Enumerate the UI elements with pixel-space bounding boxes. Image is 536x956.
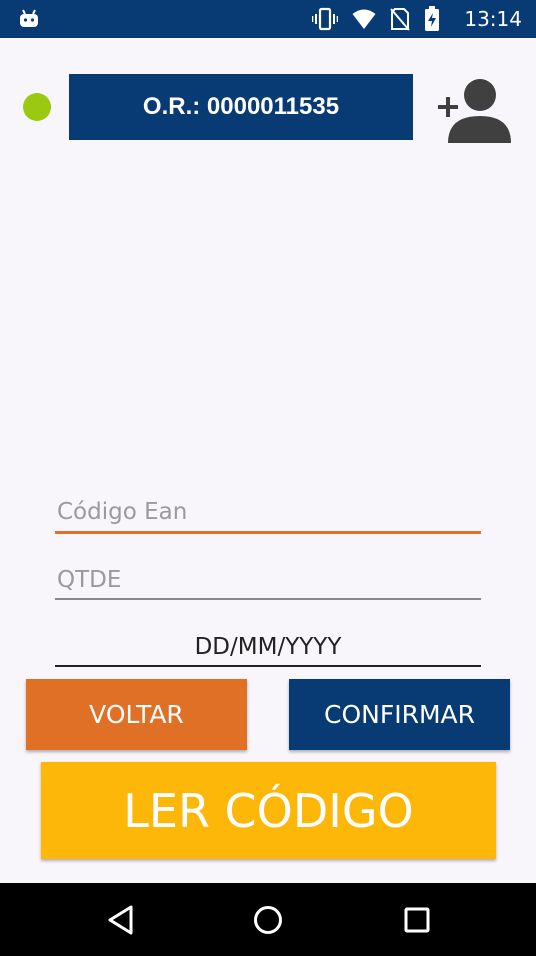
android-icon (20, 9, 38, 27)
back-button[interactable]: VOLTAR (26, 679, 247, 750)
status-bar: 13:14 (0, 0, 536, 38)
confirm-button-label: CONFIRMAR (323, 700, 475, 729)
navigation-bar (0, 883, 536, 956)
no-sim-icon (390, 8, 410, 31)
battery-charging-icon (425, 6, 439, 31)
date-field[interactable]: DD/MM/YYYY (55, 627, 481, 667)
quantity-field-underline (55, 598, 481, 600)
confirm-button[interactable]: CONFIRMAR (289, 679, 510, 750)
status-time: 13:14 (464, 7, 522, 31)
back-icon[interactable] (104, 903, 138, 937)
recent-apps-icon[interactable] (400, 903, 434, 937)
connection-status-indicator (23, 93, 51, 121)
home-icon[interactable] (251, 903, 285, 937)
scan-code-button-label: LER CÓDIGO (123, 783, 414, 838)
ean-code-input[interactable] (55, 492, 481, 532)
quantity-input[interactable] (55, 560, 481, 600)
order-number-label: O.R.: 0000011535 (142, 93, 340, 120)
ean-field-underline (55, 531, 481, 534)
vibrate-icon (312, 7, 338, 31)
add-user-icon[interactable] (436, 76, 512, 146)
date-field-underline (55, 665, 481, 667)
scan-code-button[interactable]: LER CÓDIGO (41, 762, 496, 859)
back-button-label: VOLTAR (89, 700, 184, 729)
status-icons (312, 6, 440, 31)
wifi-icon (352, 9, 376, 29)
order-number-banner: O.R.: 0000011535 (69, 74, 413, 140)
